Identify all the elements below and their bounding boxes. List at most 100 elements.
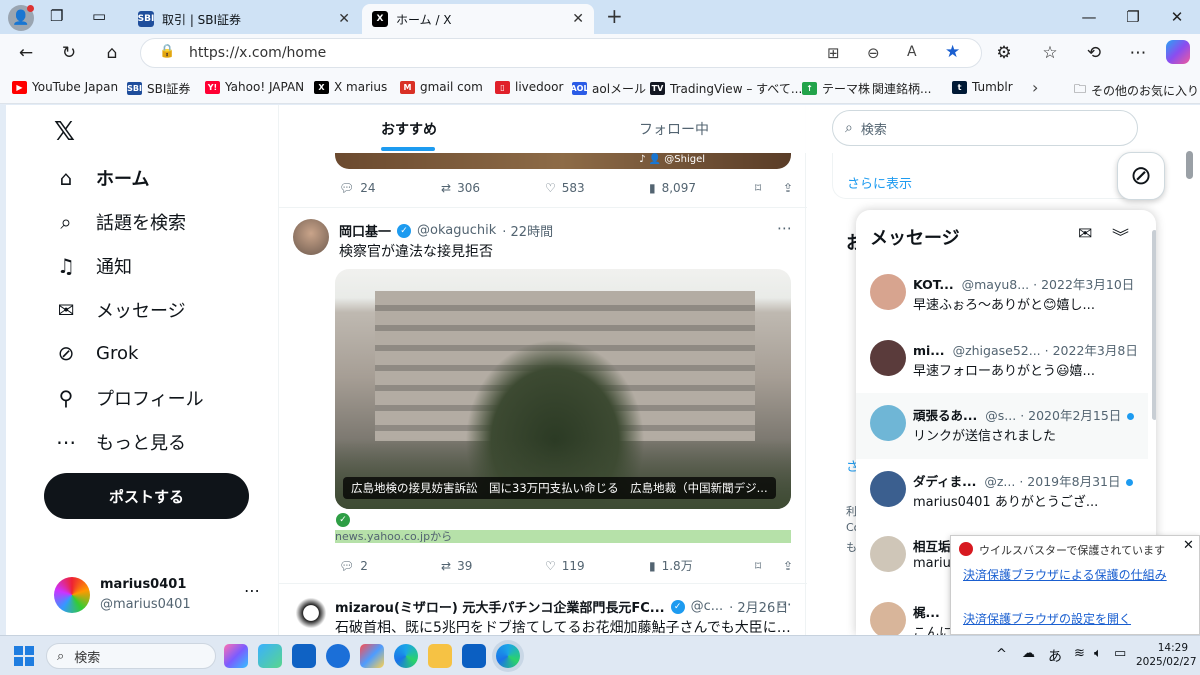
tab-x-home[interactable]: X ホーム / X ✕ bbox=[362, 4, 594, 34]
bookmark-icon[interactable]: ⌑ bbox=[755, 181, 783, 195]
start-icon[interactable] bbox=[14, 646, 34, 666]
tab-recommended[interactable]: おすすめ bbox=[381, 119, 437, 139]
tab-sbi[interactable]: SBI 取引 | SBI証券 ✕ bbox=[128, 4, 360, 34]
minimize-icon[interactable]: — bbox=[1074, 6, 1104, 28]
favorite-star-icon[interactable]: ★ bbox=[945, 42, 960, 62]
prev-post-media[interactable]: ♪ 👤 @Shigel bbox=[335, 153, 791, 169]
conversation-item[interactable]: mi... @zhigase52... · 2022年3月8日 早速フォローありがとう… bbox=[856, 328, 1148, 394]
outlook-new-icon[interactable] bbox=[462, 644, 486, 668]
favorite-livedoor[interactable]: ▯ livedoor bbox=[495, 80, 563, 94]
settings-more-icon[interactable]: ⋯ bbox=[1124, 40, 1152, 66]
app-icon[interactable] bbox=[326, 644, 350, 668]
favorite-yahoo[interactable]: Y! Yahoo! JAPAN bbox=[205, 80, 304, 94]
history-icon[interactable]: ⟲ bbox=[1080, 40, 1108, 66]
favorite-aol[interactable]: AOL aolメール bbox=[570, 80, 646, 97]
home-browser-icon[interactable]: ⌂ bbox=[98, 40, 126, 66]
grok-float-button[interactable]: ⊘ bbox=[1117, 152, 1165, 200]
ime-indicator[interactable]: あ bbox=[1048, 646, 1062, 666]
avatar[interactable] bbox=[293, 219, 329, 255]
messages-title[interactable]: メッセージ bbox=[870, 224, 960, 250]
restore-icon[interactable]: ❐ bbox=[1118, 6, 1148, 28]
avatar[interactable] bbox=[293, 595, 329, 631]
battery-icon[interactable]: ▭ bbox=[1114, 646, 1126, 661]
x-logo-icon[interactable]: 𝕏 bbox=[54, 117, 75, 147]
close-window-icon[interactable]: ✕ bbox=[1162, 6, 1192, 28]
tab-actions-icon[interactable]: ▭ bbox=[92, 7, 106, 25]
favorite-sbi[interactable]: SBI SBI証券 bbox=[127, 80, 190, 97]
onedrive-icon[interactable]: ☁ bbox=[1022, 646, 1035, 661]
more-icon[interactable]: ⋯ bbox=[777, 219, 792, 237]
copilot-taskbar-icon[interactable] bbox=[224, 644, 248, 668]
extensions-icon[interactable]: ⚙ bbox=[990, 40, 1018, 66]
chevron-right-icon[interactable]: › bbox=[1032, 78, 1038, 97]
refresh-icon[interactable]: ↻ bbox=[55, 40, 83, 66]
conversation-item[interactable]: 頑張るあ... @s... · 2020年2月15日 リンクが送信されました bbox=[856, 393, 1148, 459]
tab-following[interactable]: フォロー中 bbox=[639, 119, 709, 139]
repost-button[interactable]: ⇄ 39 bbox=[441, 557, 545, 574]
sidebar-item-person[interactable]: ⚲ プロフィール bbox=[54, 385, 204, 411]
workspaces-icon[interactable]: ❐ bbox=[50, 7, 63, 25]
like-button[interactable]: ♡ 583 bbox=[545, 181, 649, 195]
views-button[interactable]: ▮ 1.8万 bbox=[649, 557, 755, 574]
copilot-icon[interactable] bbox=[1166, 40, 1190, 64]
wifi-icon[interactable]: ≋ bbox=[1074, 646, 1085, 661]
more-icon[interactable]: ⋯ bbox=[244, 581, 260, 600]
snipping-tool-icon[interactable] bbox=[360, 644, 384, 668]
chevron-up-icon[interactable]: ^ bbox=[996, 647, 1007, 662]
favorites-icon[interactable]: ☆ bbox=[1036, 40, 1064, 66]
more-icon[interactable]: ⋯ bbox=[777, 595, 792, 613]
post-button[interactable]: ポストする bbox=[44, 473, 249, 519]
reply-button[interactable]: 💬︎ 24 bbox=[339, 181, 441, 195]
reply-button[interactable]: 💬︎ 2 bbox=[339, 557, 441, 574]
other-favorites[interactable]: 🗀 その他のお気に入り bbox=[1074, 80, 1199, 101]
outlook-icon[interactable] bbox=[292, 644, 316, 668]
read-aloud-icon[interactable]: A bbox=[907, 44, 917, 60]
address-bar[interactable]: 🔒 https://x.com/home ⊞ ⊖ A ★ bbox=[140, 38, 982, 68]
post-time[interactable]: · 22時間 bbox=[502, 221, 553, 240]
conversation-item[interactable]: ダディま... @z... · 2019年8月31日 marius0401 ありがとう… bbox=[856, 459, 1148, 525]
protection-info-link[interactable]: 決済保護ブラウザによる保護の仕組み bbox=[963, 566, 1167, 583]
new-message-icon[interactable]: ✉ bbox=[1078, 224, 1092, 244]
account-switcher[interactable]: marius0401 @marius0401 ⋯ bbox=[52, 575, 272, 617]
sidebar-item-more-circle[interactable]: ⋯ もっと見る bbox=[54, 429, 186, 455]
sidebar-item-home[interactable]: ⌂ ホーム bbox=[54, 165, 150, 191]
clock[interactable]: 14:29 2025/02/27 bbox=[1136, 641, 1197, 669]
volume-icon[interactable]: 🔈︎ bbox=[1094, 646, 1102, 661]
new-tab-button[interactable]: + bbox=[606, 4, 623, 28]
close-icon[interactable]: ✕ bbox=[1183, 538, 1194, 553]
share-icon[interactable]: ⇪ bbox=[783, 181, 793, 195]
post-author-name[interactable]: mizarou(ミザロー) 元大手パチンコ企業部門長元FC... bbox=[335, 597, 665, 616]
search-input[interactable]: ⌕ 検索 bbox=[832, 110, 1138, 146]
post-author-handle[interactable]: @c... bbox=[691, 599, 724, 614]
like-button[interactable]: ♡ 119 bbox=[545, 557, 649, 574]
sidebar-item-mail[interactable]: ✉ メッセージ bbox=[54, 297, 186, 323]
favorite-gmail[interactable]: Mgmail com bbox=[400, 80, 483, 94]
repost-button[interactable]: ⇄ 306 bbox=[441, 181, 545, 195]
widgets-icon[interactable] bbox=[258, 644, 282, 668]
favorite-theme-stock[interactable]: ↑ テーマ株 bbox=[802, 80, 870, 97]
favorite-link[interactable]: 関連銘柄... bbox=[872, 80, 931, 97]
close-tab-icon[interactable]: ✕ bbox=[338, 11, 350, 27]
edge-icon[interactable] bbox=[394, 644, 418, 668]
conversation-item[interactable]: KOT... @mayu8... · 2022年3月10日 早速ふぉろ～ありがと😊嬉し… bbox=[856, 262, 1148, 328]
sidebar-item-search[interactable]: ⌕ 話題を検索 bbox=[54, 209, 186, 235]
show-more-link[interactable]: さらに表示 bbox=[847, 173, 912, 192]
card-source[interactable]: news.yahoo.co.jpから bbox=[335, 530, 791, 543]
post-author-handle[interactable]: @okaguchik bbox=[417, 223, 496, 238]
favorite-x[interactable]: XX marius bbox=[314, 80, 387, 94]
scrollbar[interactable] bbox=[1152, 230, 1156, 420]
edge-active-icon[interactable] bbox=[496, 644, 520, 668]
file-explorer-icon[interactable] bbox=[428, 644, 452, 668]
sidebar-item-bell[interactable]: ♫ 通知 bbox=[54, 253, 132, 279]
page-scrollbar[interactable] bbox=[1186, 151, 1193, 179]
views-button[interactable]: ▮ 8,097 bbox=[649, 181, 755, 195]
favorite-youtube[interactable]: ▶ YouTube Japan bbox=[12, 80, 118, 94]
collapse-chevron-icon[interactable]: ︾ bbox=[1112, 223, 1129, 248]
close-tab-icon[interactable]: ✕ bbox=[572, 11, 584, 27]
share-icon[interactable]: ⇪ bbox=[783, 557, 793, 574]
protection-settings-link[interactable]: 決済保護ブラウザの設定を開く bbox=[963, 610, 1131, 627]
taskbar-search[interactable]: ⌕ 検索 bbox=[46, 643, 216, 669]
news-card-image[interactable]: 広島地検の接見妨害訴訟 国に33万円支払い命じる 広島地裁（中国新聞デジ... bbox=[335, 269, 791, 509]
post-author-name[interactable]: 岡口基一 bbox=[339, 221, 391, 240]
back-icon[interactable]: ← bbox=[12, 40, 40, 66]
